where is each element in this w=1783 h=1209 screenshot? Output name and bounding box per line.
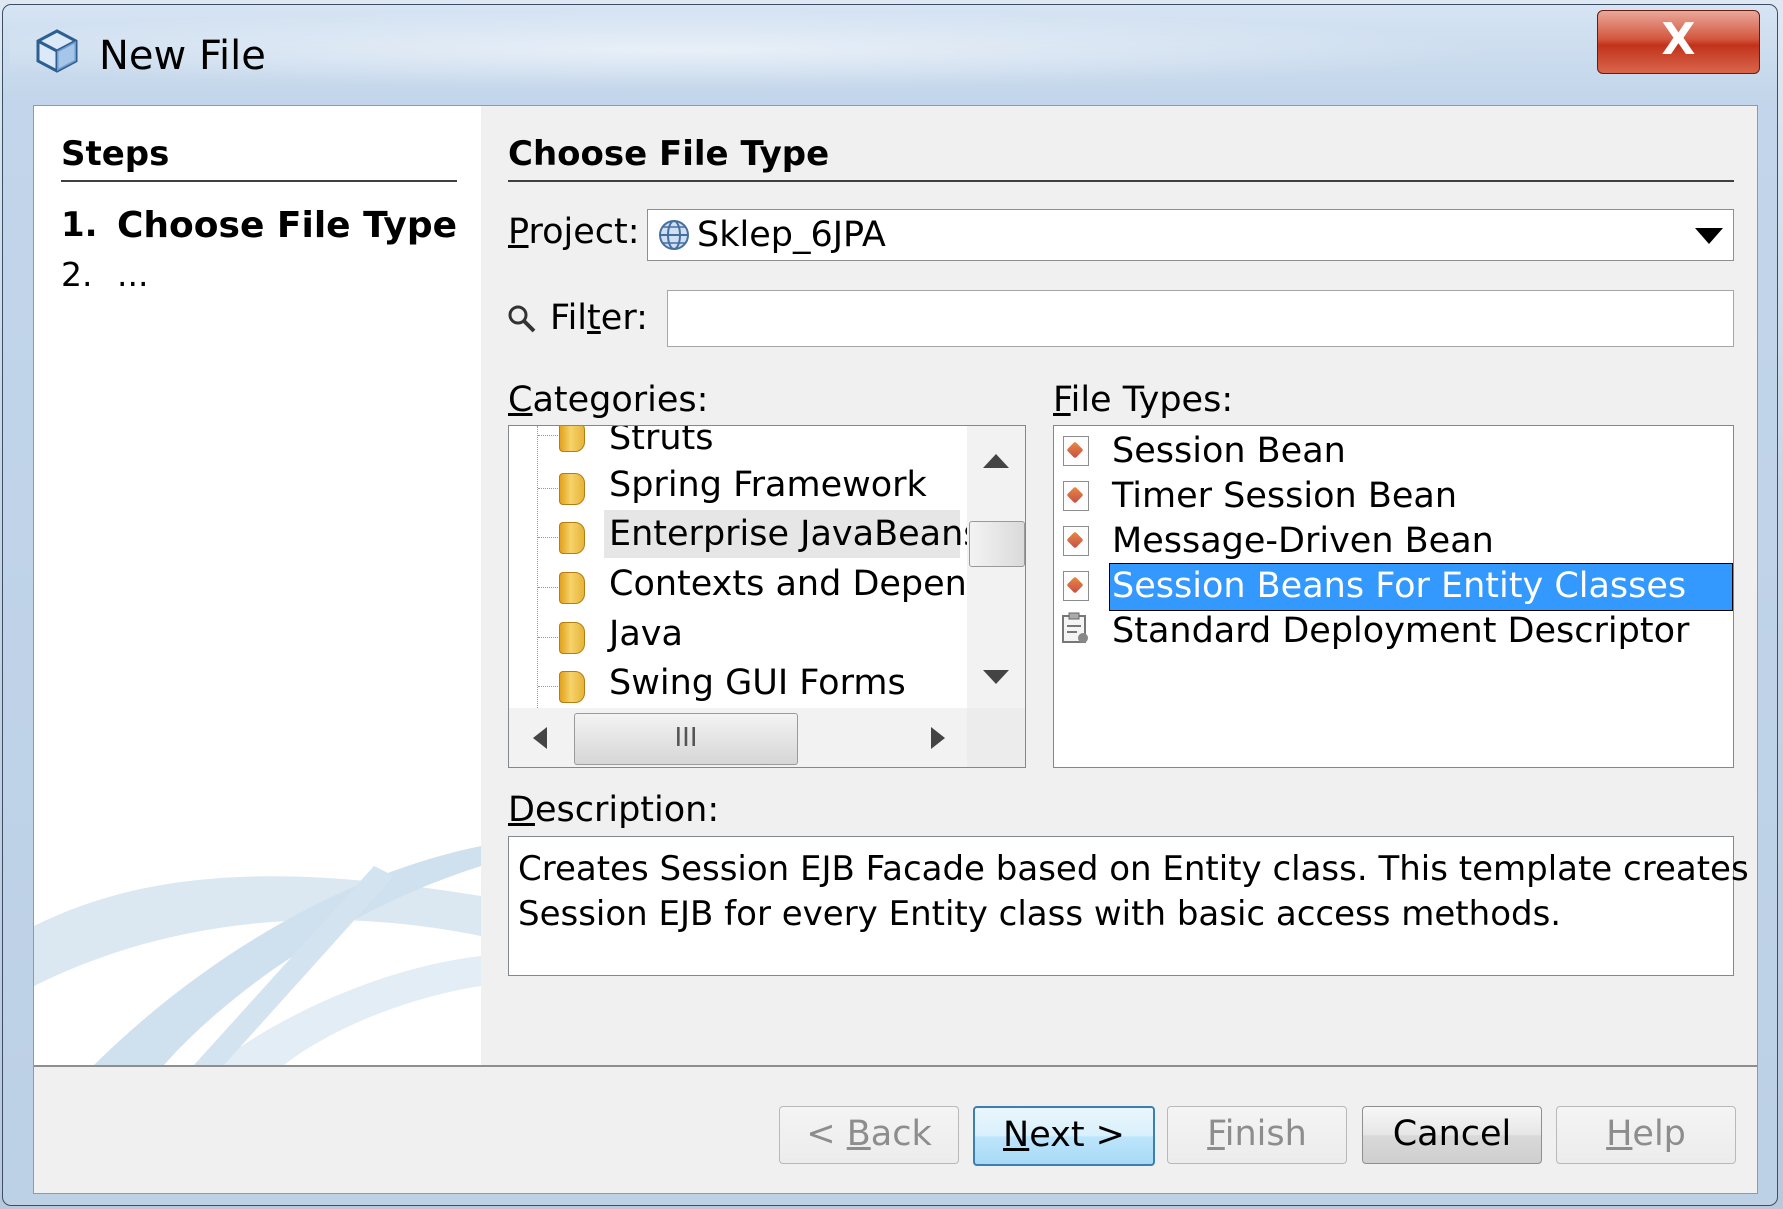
vertical-scroll-thumb[interactable] <box>969 521 1025 567</box>
help-button[interactable]: Help <box>1556 1106 1736 1164</box>
filter-label: Filter: <box>550 298 648 338</box>
page-title: Choose File Type <box>508 134 1734 182</box>
category-item-selected[interactable]: Enterprise JavaBeans <box>609 514 967 554</box>
category-item[interactable]: Struts <box>609 426 713 458</box>
scroll-right-icon[interactable] <box>929 725 947 751</box>
folder-icon <box>559 522 585 554</box>
deployment-descriptor-icon <box>1062 612 1088 643</box>
category-item[interactable]: Swing GUI Forms <box>609 663 906 703</box>
description-line-1: Creates Session EJB Facade based on Enti… <box>518 849 1749 889</box>
categories-viewport: Struts Spring Framework Enterprise JavaB… <box>509 426 967 708</box>
scroll-left-icon[interactable] <box>531 725 549 751</box>
file-types-list[interactable]: Session Bean Timer Session Bean Message-… <box>1053 425 1734 768</box>
scroll-up-icon[interactable] <box>981 452 1011 470</box>
project-value: Sklep_6JPA <box>697 215 886 255</box>
ejb-file-icon <box>1063 526 1089 556</box>
folder-icon <box>559 671 585 703</box>
swoosh-decoration <box>34 846 481 1065</box>
back-button[interactable]: < Back <box>779 1106 959 1164</box>
scroll-down-icon[interactable] <box>981 668 1011 686</box>
file-type-item[interactable]: Standard Deployment Descriptor <box>1112 611 1689 651</box>
step-1-number: 1. <box>61 205 98 245</box>
file-types-label: File Types: <box>1053 380 1234 420</box>
step-2-label: ... <box>117 255 149 294</box>
file-type-item-selected[interactable]: Session Beans For Entity Classes <box>1112 566 1686 606</box>
web-project-icon <box>659 220 689 250</box>
project-label: Project: <box>508 212 640 252</box>
steps-heading: Steps <box>61 134 457 182</box>
categories-label: Categories: <box>508 380 709 420</box>
cancel-button[interactable]: Cancel <box>1362 1106 1542 1164</box>
steps-panel <box>34 106 481 1065</box>
description-box: Creates Session EJB Facade based on Enti… <box>508 836 1749 976</box>
close-button[interactable]: X <box>1597 10 1760 74</box>
tree-line <box>537 426 538 708</box>
close-icon: X <box>1661 14 1696 65</box>
netbeans-cube-icon <box>34 28 80 74</box>
ejb-file-icon <box>1063 436 1089 466</box>
ejb-file-icon <box>1063 481 1089 511</box>
window-title: New File <box>99 33 266 79</box>
categories-tree[interactable]: Struts Spring Framework Enterprise JavaB… <box>508 425 1026 768</box>
project-dropdown[interactable]: Sklep_6JPA <box>647 209 1734 261</box>
horizontal-scroll-thumb[interactable]: III <box>574 713 798 765</box>
filter-input[interactable] <box>667 290 1734 347</box>
file-type-item[interactable]: Session Bean <box>1112 431 1346 471</box>
folder-icon <box>559 572 585 604</box>
file-type-item[interactable]: Message-Driven Bean <box>1112 521 1494 561</box>
file-type-item[interactable]: Timer Session Bean <box>1112 476 1457 516</box>
next-button[interactable]: Next > <box>973 1106 1155 1166</box>
finish-button[interactable]: Finish <box>1167 1106 1347 1164</box>
category-item[interactable]: Contexts and Depende <box>609 564 967 604</box>
folder-icon <box>559 622 585 654</box>
category-item[interactable]: Spring Framework <box>609 465 927 505</box>
chevron-down-icon[interactable] <box>1695 228 1723 246</box>
description-line-2: Session EJB for every Entity class with … <box>518 894 1562 934</box>
scroll-corner <box>967 708 1025 767</box>
category-item[interactable]: Java <box>609 614 683 654</box>
search-icon <box>508 305 536 333</box>
folder-icon <box>559 426 585 452</box>
step-2-number: 2. <box>61 255 93 294</box>
ejb-file-icon <box>1063 571 1089 601</box>
description-label: Description: <box>508 790 720 830</box>
folder-icon <box>559 473 585 505</box>
step-1-label: Choose File Type <box>117 205 458 246</box>
